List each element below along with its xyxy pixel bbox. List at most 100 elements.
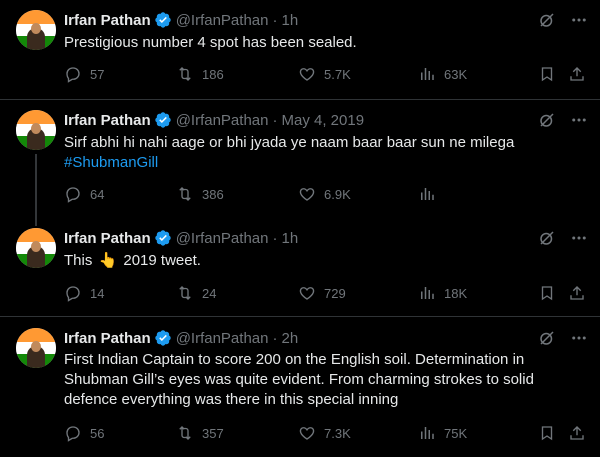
separator-dot: ·: [272, 11, 278, 29]
tweet-1[interactable]: Irfan Pathan @IrfanPathan · 1h Prestigio…: [0, 0, 600, 99]
share-icon: [570, 286, 584, 300]
share-button[interactable]: [568, 423, 586, 443]
views-button[interactable]: [418, 184, 436, 204]
tweet-text: This 👆 2019 tweet.: [64, 251, 584, 271]
hashtag-link[interactable]: #ShubmanGill: [64, 153, 584, 173]
separator-dot: ·: [272, 229, 278, 247]
views-icon: [421, 188, 434, 200]
views-button[interactable]: 75K: [418, 423, 467, 443]
reply-icon: [66, 67, 80, 83]
avatar[interactable]: [16, 110, 56, 150]
avatar[interactable]: [16, 10, 56, 50]
reply-count: 57: [90, 66, 105, 82]
tweet-header: Irfan Pathan @IrfanPathan · 1h: [64, 228, 298, 248]
like-button[interactable]: 729: [298, 283, 346, 303]
retweet-icon: [179, 187, 191, 201]
grok-icon[interactable]: [538, 229, 556, 247]
retweet-button[interactable]: 386: [176, 184, 224, 204]
verified-badge-icon: [154, 112, 171, 128]
like-count: 7.3K: [324, 425, 351, 441]
tweet-top-icons: [538, 110, 588, 130]
retweet-count: 186: [202, 66, 224, 82]
author-handle[interactable]: @IrfanPathan: [176, 112, 269, 129]
reply-count: 14: [90, 285, 105, 301]
separator-dot: ·: [272, 329, 278, 347]
retweet-button[interactable]: 357: [176, 423, 224, 443]
retweet-icon: [179, 286, 191, 300]
reply-button[interactable]: 14: [64, 283, 104, 303]
more-icon[interactable]: [570, 229, 588, 247]
tweet-text-block: Sirf abhi hi nahi aage or bhi jyada ye n…: [64, 133, 584, 173]
retweet-button[interactable]: 24: [176, 283, 216, 303]
author-name[interactable]: Irfan Pathan: [64, 330, 151, 347]
views-icon: [421, 427, 434, 439]
share-icon: [570, 67, 584, 81]
retweet-count: 386: [202, 186, 224, 202]
thread-connector-line: [35, 154, 37, 226]
author-handle[interactable]: @IrfanPathan: [176, 330, 269, 347]
grok-icon[interactable]: [538, 11, 556, 29]
timestamp[interactable]: May 4, 2019: [281, 112, 364, 129]
tweet-4[interactable]: Irfan Pathan @IrfanPathan · 2h First Ind…: [0, 317, 600, 457]
share-button[interactable]: [568, 64, 586, 84]
tweet-3[interactable]: Irfan Pathan @IrfanPathan · 1h This 👆 20…: [0, 218, 600, 314]
tweet-actions: 57 186 5.7K 63K: [64, 64, 588, 84]
timestamp[interactable]: 2h: [281, 330, 298, 347]
author-name[interactable]: Irfan Pathan: [64, 12, 151, 29]
pointing-up-emoji: 👆: [98, 252, 118, 269]
more-icon[interactable]: [570, 111, 588, 129]
bookmark-button[interactable]: [538, 423, 556, 443]
views-button[interactable]: 18K: [418, 283, 467, 303]
reply-icon: [66, 426, 80, 442]
bookmark-button[interactable]: [538, 283, 556, 303]
timestamp[interactable]: 1h: [281, 230, 298, 247]
bookmark-button[interactable]: [538, 64, 556, 84]
like-button[interactable]: 5.7K: [298, 64, 351, 84]
retweet-count: 357: [202, 425, 224, 441]
grok-icon[interactable]: [538, 329, 556, 347]
author-name[interactable]: Irfan Pathan: [64, 230, 151, 247]
grok-icon[interactable]: [538, 111, 556, 129]
retweet-button[interactable]: 186: [176, 64, 224, 84]
reply-count: 56: [90, 425, 105, 441]
timestamp[interactable]: 1h: [281, 12, 298, 29]
views-icon: [421, 287, 434, 299]
views-count: 63K: [444, 66, 468, 82]
share-button[interactable]: [568, 283, 586, 303]
tweet-text: Sirf abhi hi nahi aage or bhi jyada ye n…: [64, 134, 515, 151]
bookmark-icon: [541, 426, 553, 441]
tweet-actions: 64 386 6.9K: [64, 184, 588, 204]
views-count: 18K: [444, 285, 468, 301]
bookmark-icon: [541, 67, 553, 82]
like-icon: [299, 68, 315, 81]
author-name[interactable]: Irfan Pathan: [64, 112, 151, 129]
tweet-text: Prestigious number 4 spot has been seale…: [64, 34, 357, 51]
reply-button[interactable]: 56: [64, 423, 104, 443]
like-button[interactable]: 7.3K: [298, 423, 351, 443]
avatar[interactable]: [16, 228, 56, 268]
more-icon[interactable]: [570, 329, 588, 347]
reply-button[interactable]: 64: [64, 184, 104, 204]
author-handle[interactable]: @IrfanPathan: [176, 230, 269, 247]
retweet-icon: [179, 67, 191, 81]
reply-button[interactable]: 57: [64, 64, 104, 84]
like-icon: [299, 287, 315, 300]
like-button[interactable]: 6.9K: [298, 184, 351, 204]
bookmark-icon: [541, 286, 553, 301]
more-icon[interactable]: [570, 11, 588, 29]
tweet-header: Irfan Pathan @IrfanPathan · May 4, 2019: [64, 110, 364, 130]
verified-badge-icon: [154, 230, 171, 246]
author-handle[interactable]: @IrfanPathan: [176, 12, 269, 29]
tweet-top-icons: [538, 228, 588, 248]
like-count: 729: [324, 285, 346, 301]
avatar[interactable]: [16, 328, 56, 368]
tweet-2[interactable]: Irfan Pathan @IrfanPathan · May 4, 2019 …: [0, 100, 600, 226]
views-icon: [421, 68, 434, 80]
reply-icon: [66, 286, 80, 302]
tweet-text-after: 2019 tweet.: [123, 252, 201, 269]
tweet-text-before: This: [64, 252, 93, 269]
tweet-header: Irfan Pathan @IrfanPathan · 1h: [64, 10, 298, 30]
separator-dot: ·: [272, 111, 278, 129]
views-button[interactable]: 63K: [418, 64, 467, 84]
tweet-header: Irfan Pathan @IrfanPathan · 2h: [64, 328, 298, 348]
